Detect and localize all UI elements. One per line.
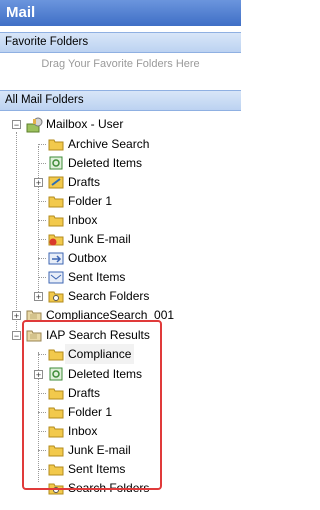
tree-node-archive-search[interactable]: Archive Search	[0, 134, 241, 154]
favorite-folders-hint: Drag Your Favorite Folders Here	[41, 58, 200, 70]
iap-highlight-frame	[22, 320, 162, 490]
outbox-icon	[48, 251, 64, 265]
tree-node-deleted-items[interactable]: Deleted Items	[0, 153, 241, 173]
mailbox-icon	[26, 117, 43, 133]
folder-icon	[48, 194, 64, 208]
expand-toggle[interactable]: +	[34, 178, 43, 188]
collapse-toggle[interactable]: −	[12, 120, 21, 130]
search-folder-icon	[48, 289, 64, 303]
tree-node-inbox[interactable]: Inbox	[0, 210, 241, 230]
inbox-icon	[48, 213, 64, 227]
all-mail-folders-header[interactable]: All Mail Folders	[0, 90, 241, 111]
junk-email-icon	[48, 232, 64, 246]
tree-node-junk-email[interactable]: Junk E-mail	[0, 229, 241, 249]
deleted-items-icon	[48, 156, 64, 170]
drafts-icon	[48, 175, 64, 189]
expand-toggle[interactable]: +	[34, 292, 43, 302]
tree-node-drafts[interactable]: + Drafts	[0, 172, 241, 192]
tree-node-outbox[interactable]: Outbox	[0, 248, 241, 268]
folder-icon	[48, 137, 64, 151]
tree-label: Mailbox - User	[46, 117, 124, 131]
pane-title: Mail	[0, 0, 241, 26]
tree-node-sent-items[interactable]: Sent Items	[0, 267, 241, 287]
favorite-folders-header[interactable]: Favorite Folders	[0, 32, 241, 53]
tree-node-folder-1[interactable]: Folder 1	[0, 191, 241, 211]
expand-toggle[interactable]: +	[12, 311, 21, 321]
tree-node-mailbox[interactable]: − Mailbox - User	[0, 114, 241, 134]
tree-node-search-folders[interactable]: + Search Folders	[0, 286, 241, 306]
sent-items-icon	[48, 270, 64, 284]
collapse-toggle[interactable]: −	[12, 331, 21, 341]
